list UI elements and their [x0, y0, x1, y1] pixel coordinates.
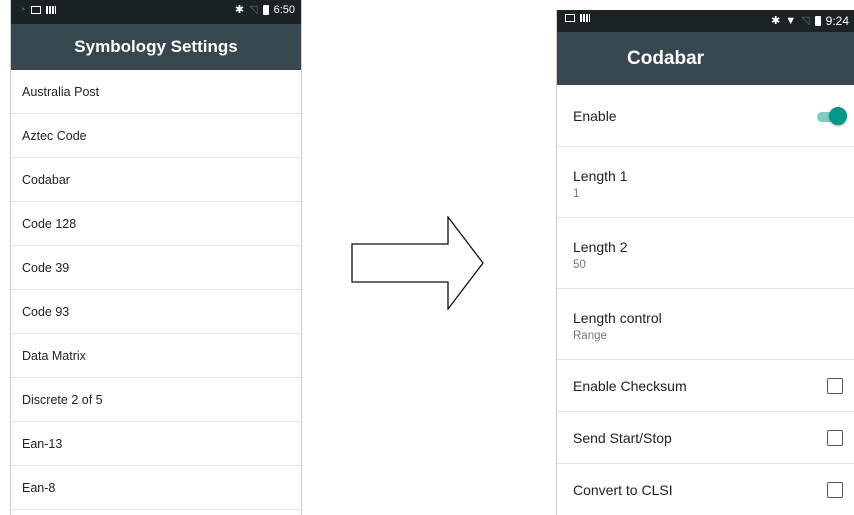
codabar-settings-screen: ✱ ▼ ◹ 9:24 Codabar Enable Length 1 1 Len… — [556, 10, 854, 515]
list-item-australia-post[interactable]: Australia Post — [11, 70, 301, 114]
list-item-label: Discrete 2 of 5 — [22, 392, 103, 407]
page-title: Symbology Settings — [74, 37, 238, 56]
list-item-data-matrix[interactable]: Data Matrix — [11, 334, 301, 378]
image-icon — [565, 14, 575, 22]
wifi-icon: ◔ — [19, 4, 26, 16]
setting-label: Length 1 — [573, 168, 628, 184]
status-bar: ✱ ▼ ◹ 9:24 — [557, 10, 854, 32]
convert-clsi-checkbox[interactable] — [827, 481, 843, 498]
list-item-ean-13[interactable]: Ean-13 — [11, 422, 301, 466]
list-item-label: Code 128 — [22, 216, 77, 231]
list-item-label: Code 93 — [22, 304, 70, 319]
list-item-label: Ean-8 — [22, 480, 56, 495]
toggle-thumb — [829, 106, 847, 125]
settings-list: Enable Length 1 1 Length 2 50 Length con… — [557, 85, 854, 515]
app-bar: Codabar — [557, 32, 854, 85]
status-time: 6:50 — [273, 4, 295, 16]
list-item-code-93[interactable]: Code 93 — [11, 290, 301, 334]
status-bar: ◔ ✱ ◹ 6:50 — [11, 0, 301, 24]
page-title: Codabar — [627, 47, 705, 69]
battery-icon — [262, 5, 269, 15]
setting-value: 1 — [573, 188, 580, 200]
list-item-discrete-2-of-5[interactable]: Discrete 2 of 5 — [11, 378, 301, 422]
list-item-aztec-code[interactable]: Aztec Code — [11, 114, 301, 158]
setting-label: Length 2 — [573, 239, 628, 255]
setting-value: 50 — [573, 259, 586, 271]
list-item-code-128[interactable]: Code 128 — [11, 202, 301, 246]
bluetooth-icon: ✱ — [234, 4, 245, 16]
setting-label: Enable Checksum — [573, 377, 687, 394]
signal-bars-icon — [580, 14, 590, 22]
image-icon — [30, 6, 41, 14]
signal-bars-icon — [45, 6, 56, 14]
battery-icon — [814, 16, 821, 26]
app-bar: Symbology Settings — [11, 24, 301, 70]
list-item-label: Code 39 — [22, 260, 70, 275]
setting-label: Enable — [573, 107, 617, 124]
setting-convert-clsi[interactable]: Convert to CLSI — [557, 464, 854, 515]
setting-send-start-stop[interactable]: Send Start/Stop — [557, 412, 854, 464]
list-item-label: Ean-13 — [22, 436, 63, 451]
list-item-codabar[interactable]: Codabar — [11, 158, 301, 202]
setting-value: Range — [573, 330, 607, 342]
no-signal-icon: ◹ — [249, 4, 258, 16]
setting-label: Convert to CLSI — [573, 481, 673, 498]
right-arrow-icon — [351, 216, 484, 310]
list-item-label: Australia Post — [22, 84, 100, 99]
setting-length-control[interactable]: Length control Range — [557, 289, 854, 360]
enable-checksum-checkbox[interactable] — [827, 377, 843, 394]
wifi-icon: ▼ — [785, 15, 797, 27]
symbology-list: Australia Post Aztec Code Codabar Code 1… — [11, 70, 301, 510]
list-item-code-39[interactable]: Code 39 — [11, 246, 301, 290]
setting-length-2[interactable]: Length 2 50 — [557, 218, 854, 289]
setting-enable-checksum[interactable]: Enable Checksum — [557, 360, 854, 412]
setting-enable[interactable]: Enable — [557, 85, 854, 147]
symbology-settings-screen: ◔ ✱ ◹ 6:50 Symbology Settings Australia … — [10, 0, 302, 515]
bluetooth-icon: ✱ — [771, 15, 781, 27]
setting-length-1[interactable]: Length 1 1 — [557, 147, 854, 218]
setting-label: Length control — [573, 310, 662, 326]
list-item-label: Data Matrix — [22, 348, 86, 363]
status-time: 9:24 — [825, 14, 849, 28]
send-start-stop-checkbox[interactable] — [827, 429, 843, 446]
list-item-label: Codabar — [22, 172, 70, 187]
no-signal-icon: ◹ — [801, 15, 810, 27]
list-item-label: Aztec Code — [22, 128, 87, 143]
enable-toggle[interactable] — [815, 106, 847, 126]
list-item-ean-8[interactable]: Ean-8 — [11, 466, 301, 510]
setting-label: Send Start/Stop — [573, 429, 672, 446]
